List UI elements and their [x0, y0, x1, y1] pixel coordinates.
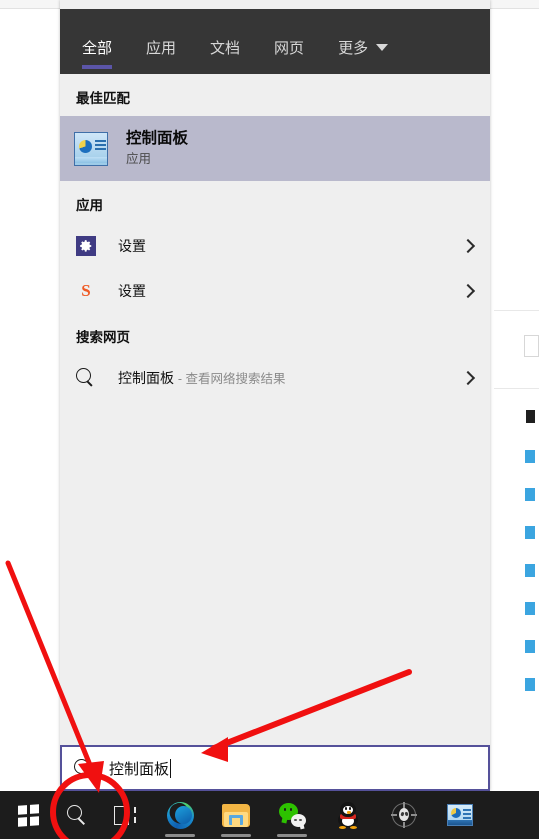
search-button[interactable]: [52, 791, 100, 839]
search-results-list: 最佳匹配 控制面板 应用 应用 设置 S 设置 搜索网页 控制面板 - 查看网络…: [60, 74, 490, 736]
alienware-head-icon: [391, 802, 417, 828]
tab-all[interactable]: 全部: [82, 37, 113, 74]
chevron-right-icon[interactable]: [460, 370, 476, 386]
wechat-icon: [278, 803, 306, 827]
windows-logo-icon: [17, 803, 39, 827]
result-web-suffix: - 查看网络搜索结果: [177, 371, 286, 386]
alienware-button[interactable]: [380, 791, 428, 839]
text-cursor: [170, 758, 172, 778]
tab-apps-label: 应用: [146, 40, 177, 57]
search-input-value: 控制面板: [109, 760, 170, 778]
microsoft-edge-icon: [166, 801, 194, 829]
background-right-content: [494, 310, 539, 710]
result-best-match-control-panel[interactable]: 控制面板 应用: [60, 116, 490, 181]
chevron-down-icon: [376, 44, 389, 51]
chevron-right-icon[interactable]: [460, 238, 476, 254]
control-panel-icon: [447, 804, 473, 826]
windows-settings-gear-icon: [76, 235, 96, 256]
search-magnifier-icon: [76, 367, 96, 388]
tab-apps[interactable]: 应用: [146, 37, 176, 74]
task-view-button[interactable]: [100, 791, 148, 839]
section-header-web-search: 搜索网页: [76, 330, 130, 345]
file-explorer-button[interactable]: [212, 791, 260, 839]
tab-web-label: 网页: [274, 40, 305, 57]
chevron-right-icon[interactable]: [460, 283, 476, 299]
edge-button[interactable]: [156, 791, 204, 839]
result-app-sogou-settings[interactable]: S 设置: [60, 268, 490, 313]
task-view-icon: [112, 805, 136, 825]
file-explorer-icon: [222, 803, 250, 827]
tab-more[interactable]: 更多: [338, 37, 389, 74]
wechat-button[interactable]: [268, 791, 316, 839]
search-input[interactable]: 控制面板: [109, 758, 172, 779]
tab-more-label: 更多: [338, 40, 369, 57]
qq-button[interactable]: [324, 791, 372, 839]
taskbar: [0, 791, 539, 839]
result-title: 控制面板: [126, 130, 189, 147]
search-flyout-panel: 全部 应用 文档 网页 更多 最佳匹配 控制面板 应用 应用 设置 S 设置 搜…: [60, 0, 490, 791]
tab-documents-label: 文档: [210, 40, 241, 57]
section-header-best-match: 最佳匹配: [76, 91, 130, 106]
sogou-s-icon: S: [81, 281, 91, 300]
search-tabs-header: 全部 应用 文档 网页 更多: [60, 9, 490, 74]
control-panel-button[interactable]: [436, 791, 484, 839]
result-web-query: 控制面板: [118, 369, 174, 386]
tab-documents[interactable]: 文档: [210, 37, 240, 74]
search-magnifier-icon: [74, 758, 93, 778]
control-panel-icon: [74, 131, 108, 166]
tab-web[interactable]: 网页: [274, 37, 304, 74]
search-magnifier-icon: [66, 804, 87, 826]
result-web-label: 控制面板 - 查看网络搜索结果: [118, 368, 460, 388]
search-input-container[interactable]: 控制面板: [60, 745, 490, 791]
section-header-apps: 应用: [76, 198, 103, 213]
screen-root: 全部 应用 文档 网页 更多 最佳匹配 控制面板 应用 应用 设置 S 设置 搜…: [0, 0, 539, 839]
result-subtitle: 应用: [126, 152, 152, 166]
qq-penguin-icon: [337, 801, 359, 829]
search-tab-list: 全部 应用 文档 网页 更多: [82, 18, 422, 74]
result-app-label: 设置: [118, 237, 146, 254]
result-web-search-control-panel[interactable]: 控制面板 - 查看网络搜索结果: [60, 355, 490, 400]
tab-all-label: 全部: [82, 40, 113, 57]
result-app-windows-settings[interactable]: 设置: [60, 223, 490, 268]
result-app-label: 设置: [118, 282, 146, 299]
start-button[interactable]: [4, 791, 52, 839]
